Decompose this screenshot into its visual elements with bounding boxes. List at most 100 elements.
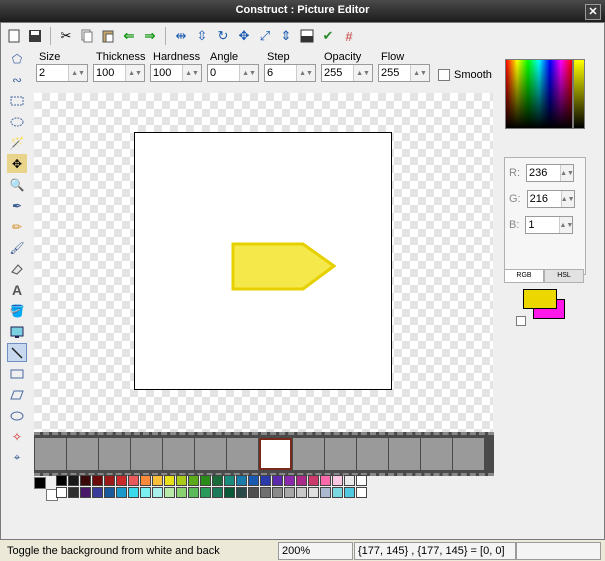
rotate-icon[interactable]: ↻ [214,27,232,45]
polygon-select-icon[interactable]: ⬠ [7,49,27,68]
palette-swatch[interactable] [224,487,235,498]
rect-select-icon[interactable] [7,91,27,110]
smooth-option[interactable]: Smooth [438,69,492,81]
frame-thumb[interactable] [325,438,356,470]
frame-thumb[interactable] [357,438,388,470]
angle-field[interactable]: 0 ▲▼ [207,64,259,82]
picture-canvas[interactable] [134,132,392,390]
parallelogram-icon[interactable] [7,385,27,404]
new-icon[interactable] [5,27,23,45]
action-point-icon[interactable]: ⌖ [7,448,27,467]
magic-wand-icon[interactable]: 🪄 [7,133,27,152]
palette-swatch[interactable] [308,475,319,486]
frame-thumb[interactable] [227,438,258,470]
paste-icon[interactable] [99,27,117,45]
palette-swatch[interactable] [224,475,235,486]
redo-icon[interactable]: ⇒ [141,27,159,45]
pencil-icon[interactable]: ✏ [7,217,27,236]
primary-color-swatch[interactable] [523,289,557,309]
ellipse-select-icon[interactable] [7,112,27,131]
size-field[interactable]: 2 ▲▼ [36,64,88,82]
color-picker[interactable] [503,59,585,129]
palette-swatch[interactable] [284,475,295,486]
text-icon[interactable]: A [7,280,27,299]
palette-swatch[interactable] [272,487,283,498]
palette-swatch[interactable] [356,475,367,486]
palette-swatch[interactable] [284,487,295,498]
animation-frames-strip[interactable] [34,432,494,476]
palette-swatch[interactable] [56,475,67,486]
crop-icon[interactable]: ✥ [235,27,253,45]
palette-swatch[interactable] [236,475,247,486]
color-spectrum[interactable] [505,59,573,129]
eyedropper-icon[interactable]: ✒ [7,196,27,215]
palette-swatch[interactable] [308,487,319,498]
cut-icon[interactable]: ✂ [57,27,75,45]
move-icon[interactable]: ✥ [7,154,27,173]
canvas-area[interactable] [34,93,493,453]
palette-swatch[interactable] [260,487,271,498]
brush-icon[interactable]: 🖌 [7,238,27,257]
palette-swatch[interactable] [344,487,355,498]
tab-rgb[interactable]: RGB [504,269,544,283]
fill-bucket-icon[interactable]: 🪣 [7,301,27,320]
frame-thumb[interactable] [163,438,194,470]
palette-swatch[interactable] [56,487,67,498]
palette-swatch[interactable] [260,475,271,486]
palette-swatch[interactable] [188,487,199,498]
frame-thumb-selected[interactable] [259,438,292,470]
palette-swatch[interactable] [152,475,163,486]
hotspot-icon[interactable]: ⇕ [277,27,295,45]
hotspot-tool-icon[interactable]: ✧ [7,427,27,446]
palette-swatch[interactable] [320,487,331,498]
palette-swatch[interactable] [176,475,187,486]
opacity-field[interactable]: 255 ▲▼ [321,64,373,82]
line-icon[interactable] [7,343,27,362]
palette-swatch[interactable] [152,487,163,498]
palette-swatch[interactable] [188,475,199,486]
palette-swatch[interactable] [140,487,151,498]
flip-horizontal-icon[interactable]: ⇹ [172,27,190,45]
palette-swatch[interactable] [68,475,79,486]
mask-icon[interactable] [298,27,316,45]
palette-swatch[interactable] [68,487,79,498]
b-field[interactable]: 1 ▲▼ [525,216,574,234]
palette-swatch[interactable] [200,487,211,498]
r-field[interactable]: 236 ▲▼ [526,164,574,182]
close-button[interactable]: ✕ [585,4,601,20]
hardness-field[interactable]: 100 ▲▼ [150,64,202,82]
palette-swatch[interactable] [356,487,367,498]
palette-swatch[interactable] [248,475,259,486]
flip-vertical-icon[interactable]: ⇳ [193,27,211,45]
palette-swatch[interactable] [212,475,223,486]
flow-field[interactable]: 255 ▲▼ [378,64,430,82]
palette-swatch[interactable] [212,487,223,498]
save-icon[interactable] [26,27,44,45]
zoom-icon[interactable]: 🔍 [7,175,27,194]
palette-swatch[interactable] [104,475,115,486]
g-field[interactable]: 216 ▲▼ [526,190,575,208]
frame-thumb[interactable] [421,438,452,470]
smooth-checkbox[interactable] [438,69,450,81]
palette-swatch[interactable] [272,475,283,486]
frame-thumb[interactable] [453,438,484,470]
brightness-bar[interactable] [573,59,585,129]
palette-swatch[interactable] [80,487,91,498]
palette-swatch[interactable] [164,475,175,486]
frame-thumb[interactable] [35,438,66,470]
ellipse-icon[interactable] [7,406,27,425]
palette-swatch[interactable] [248,487,259,498]
step-field[interactable]: 6 ▲▼ [264,64,316,82]
palette-swatch[interactable] [332,475,343,486]
frame-thumb[interactable] [389,438,420,470]
palette-swatch[interactable] [92,487,103,498]
palette-swatch[interactable] [200,475,211,486]
palette-foreground[interactable] [34,477,46,489]
copy-icon[interactable] [78,27,96,45]
palette-swatch[interactable] [296,487,307,498]
image-point-icon[interactable] [7,322,27,341]
grid-icon[interactable]: # [340,27,358,45]
palette-swatch[interactable] [104,487,115,498]
palette-swatch[interactable] [236,487,247,498]
apply-icon[interactable]: ✔ [319,27,337,45]
